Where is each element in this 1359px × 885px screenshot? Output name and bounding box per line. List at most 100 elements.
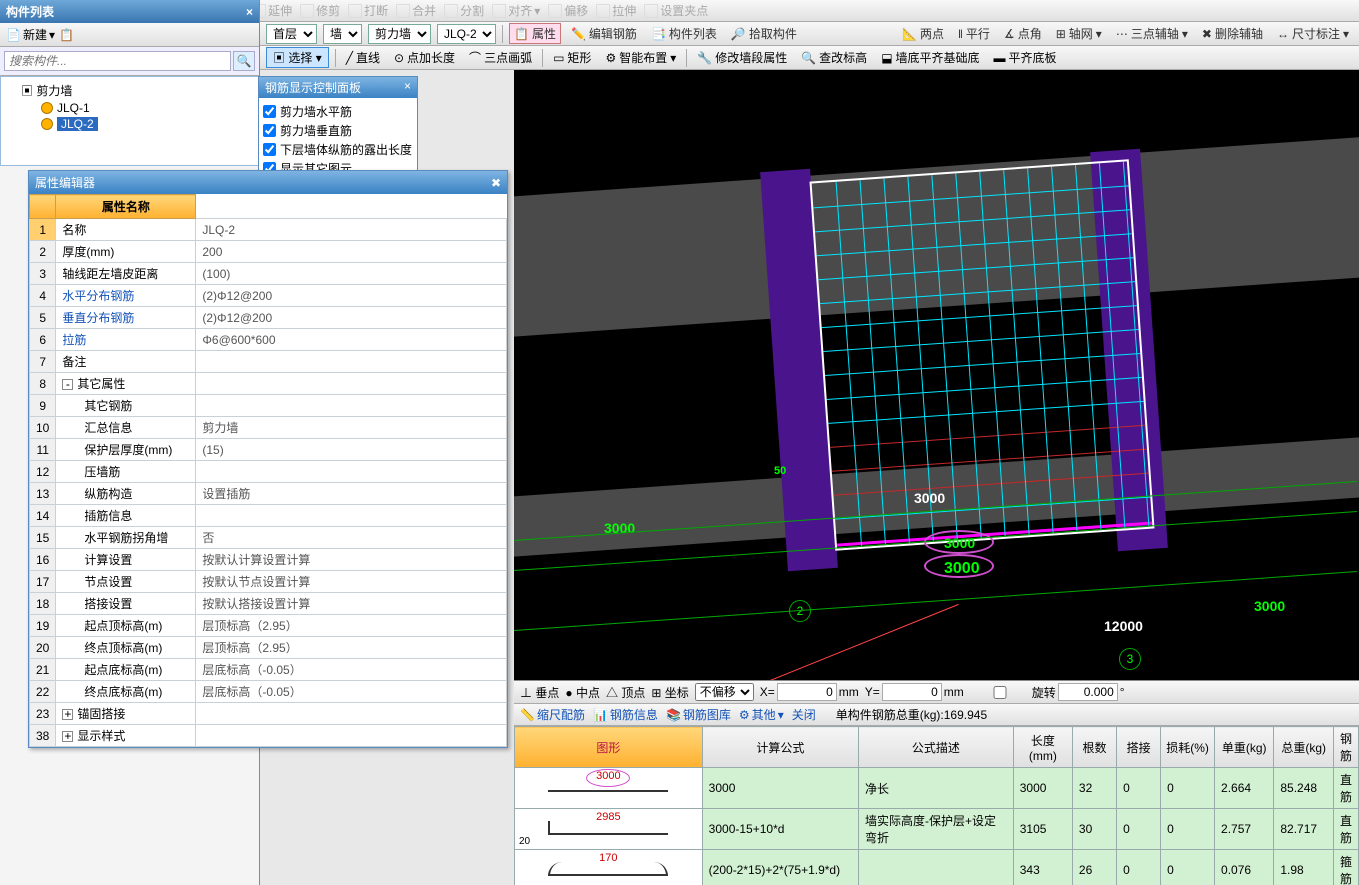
snap-coord[interactable]: ⊞ 坐标 [651,684,688,701]
rotate-check[interactable] [970,686,1030,699]
search-button[interactable]: 🔍 [233,51,255,71]
property-row[interactable]: 21起点底标高(m)层底标高（-0.05） [30,659,507,681]
toolbar-align: 对齐▾ [492,2,540,19]
property-row[interactable]: 3轴线距左墙皮距离(100) [30,263,507,285]
property-table[interactable]: 属性名称属性值 1名称JLQ-22厚度(mm)2003轴线距左墙皮距离(100)… [29,194,507,747]
snap-mid[interactable]: ● 中点 [565,684,600,701]
property-row[interactable]: 13纵筋构造设置插筋 [30,483,507,505]
two-point-button[interactable]: 📐两点 [898,24,948,43]
point-length-button[interactable]: ⊙点加长度 [390,48,459,67]
attribute-button[interactable]: 📋属性 [509,23,561,44]
offset-select[interactable]: 不偏移 [695,683,754,701]
copy-icon[interactable]: 📋 [59,28,73,42]
property-row[interactable]: 12压墙筋 [30,461,507,483]
dimension-button[interactable]: ↔尺寸标注▾ [1273,24,1353,43]
total-weight-label: 单构件钢筋总重(kg):169.945 [836,706,987,723]
axis-3: 3 [1119,648,1141,670]
modify-segment-button[interactable]: 🔧修改墙段属性 [693,48,791,67]
drawing-canvas[interactable]: 3000 3000 3000 3000 3000 12000 2 3 50 [514,70,1359,680]
property-row[interactable]: 4水平分布钢筋(2)Φ12@200 [30,285,507,307]
close-icon[interactable]: × [404,79,411,96]
other-link[interactable]: ⚙其他▾ [739,706,784,723]
property-row[interactable]: 22终点底标高(m)层底标高（-0.05） [30,681,507,703]
search-bar: 🔍 [0,47,259,76]
property-row[interactable]: 10汇总信息剪力墙 [30,417,507,439]
rect-button[interactable]: ▭矩形 [549,48,595,67]
component-tree[interactable]: ▣ 剪力墙 JLQ-1 JLQ-2 [0,76,259,166]
item-select[interactable]: JLQ-2 [437,24,496,44]
tree-item-jlq1[interactable]: JLQ-1 [5,100,254,116]
dim-12000: 12000 [1104,618,1143,634]
snap-perp[interactable]: ⊥ 垂点 [520,684,559,701]
search-input[interactable] [4,51,231,71]
select-button[interactable]: ▣ 选择 ▾ [266,47,329,68]
highlight-circle-top [924,530,994,554]
property-row[interactable]: 6拉筋Φ6@600*600 [30,329,507,351]
property-row[interactable]: 16计算设置按默认计算设置计算 [30,549,507,571]
property-row[interactable]: 1名称JLQ-2 [30,219,507,241]
rebar-opt-vertical[interactable]: 剪力墙垂直筋 [263,121,413,140]
close-link[interactable]: 关闭 [792,706,816,723]
property-row[interactable]: 5垂直分布钢筋(2)Φ12@200 [30,307,507,329]
toolbar-split: 分割 [444,2,484,19]
property-row[interactable]: 18搭接设置按默认搭接设置计算 [30,593,507,615]
smart-layout-button[interactable]: ⚙智能布置▾ [601,48,680,67]
property-row[interactable]: 20终点顶标高(m)层顶标高（2.95） [30,637,507,659]
type-select[interactable]: 剪力墙 [368,24,431,44]
three-point-aux-button[interactable]: ⋯三点辅轴▾ [1112,24,1192,43]
axis-grid-button[interactable]: ⊞轴网▾ [1052,24,1106,43]
toolbar-trim: 修剪 [300,2,340,19]
gear-icon [41,102,53,114]
point-angle-button[interactable]: ∡点角 [1000,24,1046,43]
property-row[interactable]: 11保护层厚度(mm)(15) [30,439,507,461]
edit-rebar-button[interactable]: ✏️编辑钢筋 [567,24,641,43]
property-row[interactable]: 9其它钢筋 [30,395,507,417]
rebar-info-link[interactable]: 📊钢筋信息 [593,706,658,723]
property-row[interactable]: 17节点设置按默认节点设置计算 [30,571,507,593]
line-button[interactable]: ╱直线 [342,48,384,67]
result-row[interactable]: 3000 3000净长300032 002.66485.248直筋 [515,768,1359,809]
tree-root[interactable]: ▣ 剪力墙 [5,81,254,100]
close-icon[interactable]: × [246,5,253,19]
highlight-circle-bot [924,554,994,578]
category-select[interactable]: 墙 [323,24,362,44]
three-point-arc-button[interactable]: ⌒三点画弧 [465,48,536,67]
result-row[interactable]: 170 (200-2*15)+2*(75+1.9*d)34326 000.076… [515,850,1359,885]
wall-base-button[interactable]: ⬓墙底平齐基础底 [877,48,983,67]
tree-item-jlq2[interactable]: JLQ-2 [5,116,254,132]
property-editor-title[interactable]: 属性编辑器✖ [29,171,507,194]
rebar-panel-title[interactable]: 钢筋显示控制面板× [259,77,417,98]
dim-50: 50 [774,465,786,477]
y-input[interactable] [882,683,942,701]
pick-component-button[interactable]: 🔎拾取构件 [727,24,801,43]
x-input[interactable] [777,683,837,701]
property-row[interactable]: 19起点顶标高(m)层顶标高（2.95） [30,615,507,637]
close-icon[interactable]: ✖ [491,176,501,190]
property-row[interactable]: 2厚度(mm)200 [30,241,507,263]
property-row[interactable]: 15水平钢筋拐角增否 [30,527,507,549]
property-row[interactable]: 8-其它属性 [30,373,507,395]
new-button[interactable]: 📄新建 ▾ [6,26,55,43]
component-list-button[interactable]: 📑构件列表 [647,24,721,43]
parallel-button[interactable]: ‖平行 [954,24,994,43]
delete-aux-button[interactable]: ✖删除辅轴 [1198,24,1267,43]
property-row[interactable]: 23+锚固搭接 [30,703,507,725]
context-toolbar: 首层 墙 剪力墙 JLQ-2 📋属性 ✏️编辑钢筋 📑构件列表 🔎拾取构件 📐两… [260,22,1359,46]
result-table[interactable]: 图形 计算公式 公式描述 长度(mm) 根数 搭接 损耗(%) 单重(kg) 总… [514,726,1359,885]
property-row[interactable]: 38+显示样式 [30,725,507,747]
property-editor: 属性编辑器✖ 属性名称属性值 1名称JLQ-22厚度(mm)2003轴线距左墙皮… [28,170,508,748]
property-row[interactable]: 7备注 [30,351,507,373]
flat-base-button[interactable]: ▬平齐底板 [990,48,1061,67]
rotate-input[interactable] [1058,683,1118,701]
rebar-lib-link[interactable]: 📚钢筋图库 [666,706,731,723]
snap-top[interactable]: △ 顶点 [606,684,645,701]
check-elevation-button[interactable]: 🔍查改标高 [797,48,871,67]
rebar-opt-horizontal[interactable]: 剪力墙水平筋 [263,102,413,121]
property-row[interactable]: 14插筋信息 [30,505,507,527]
result-row[interactable]: 298520 3000-15+10*d墙实际高度-保护层+设定弯折310530 … [515,809,1359,850]
scale-rebar-link[interactable]: 📏缩尺配筋 [520,706,585,723]
floor-select[interactable]: 首层 [266,24,317,44]
snap-bar: ⊥ 垂点 ● 中点 △ 顶点 ⊞ 坐标 不偏移 X=mm Y=mm 旋转° [514,680,1359,704]
draw-toolbar: ▣ 选择 ▾ ╱直线 ⊙点加长度 ⌒三点画弧 ▭矩形 ⚙智能布置▾ 🔧修改墙段属… [260,46,1359,70]
rebar-opt-lower-extend[interactable]: 下层墙体纵筋的露出长度 [263,140,413,159]
